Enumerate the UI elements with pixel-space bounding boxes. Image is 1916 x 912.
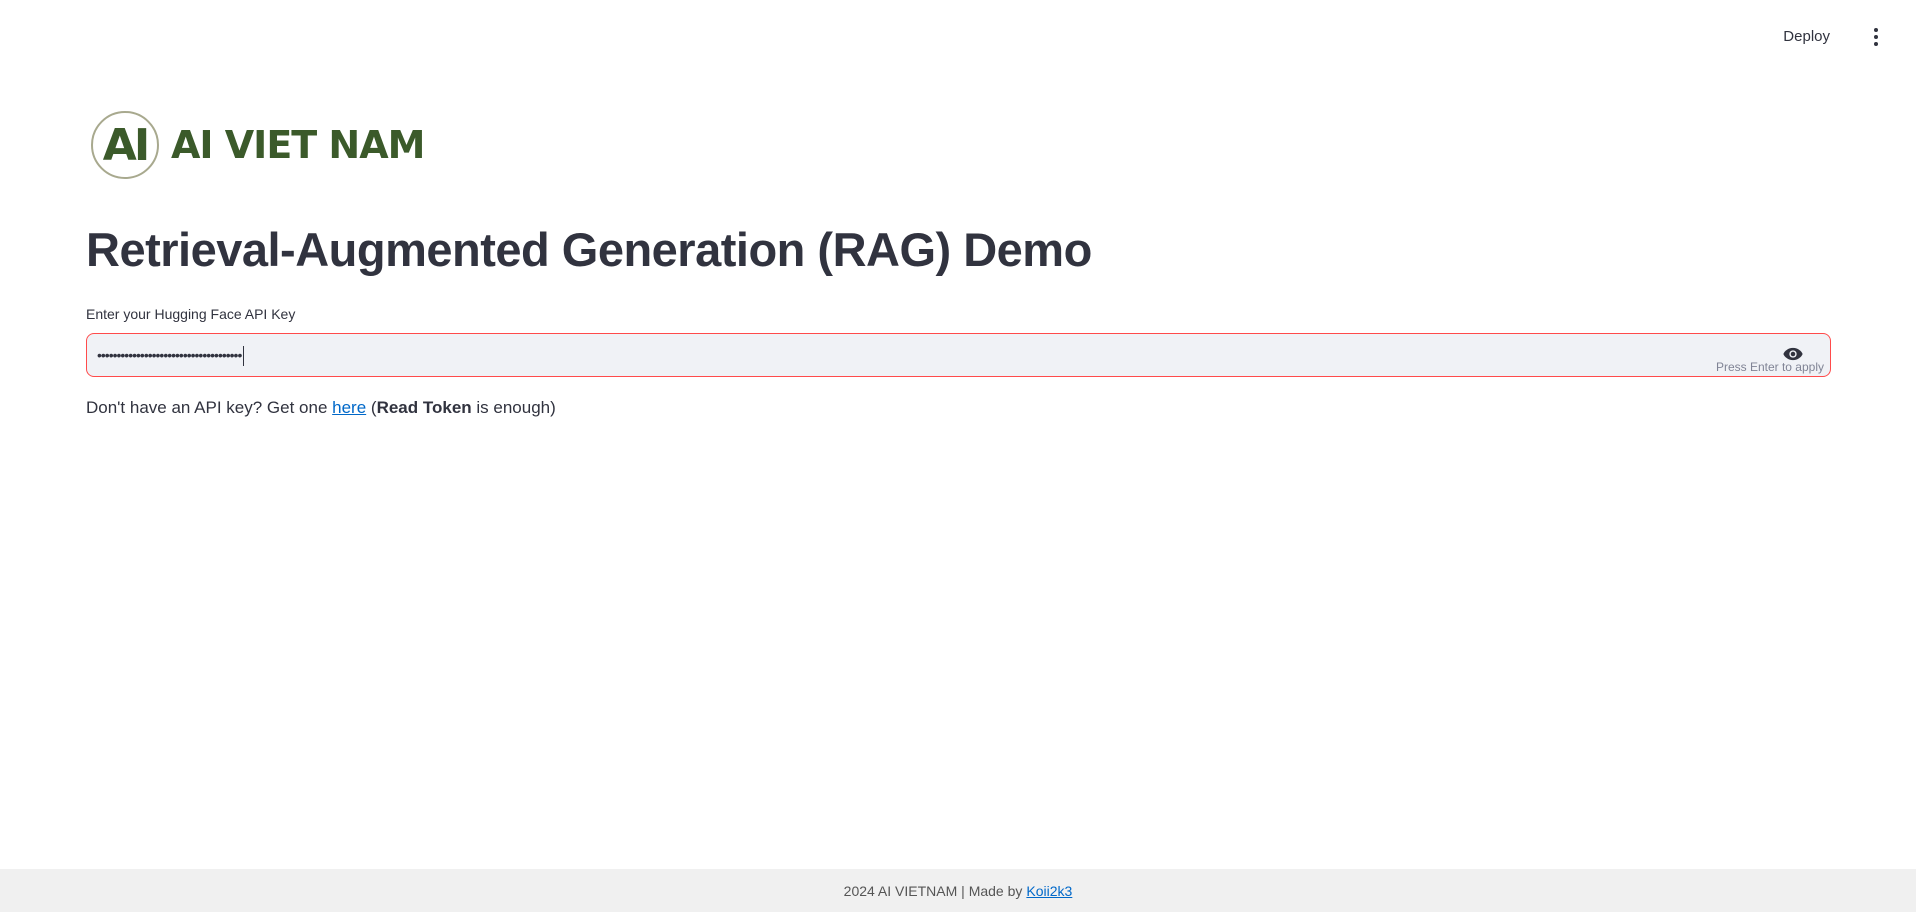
api-key-masked-value: ••••••••••••••••••••••••••••••••••••• xyxy=(97,347,242,363)
api-key-label: Enter your Hugging Face API Key xyxy=(86,306,296,322)
logo-wordmark: AI VIET NAM xyxy=(171,123,425,167)
footer-text: 2024 AI VIETNAM | Made by xyxy=(843,882,1023,899)
text-caret xyxy=(243,346,245,367)
top-header: Deploy xyxy=(0,0,1916,74)
main-content: AI AI VIET NAM Retrieval-Augmented Gener… xyxy=(86,100,1831,417)
page-title: Retrieval-Augmented Generation (RAG) Dem… xyxy=(86,223,1092,276)
api-key-field[interactable]: ••••••••••••••••••••••••••••••••••••• Pr… xyxy=(86,333,1831,377)
logo-emblem-text: AI xyxy=(102,119,150,171)
helper-paren-open: ( xyxy=(366,398,377,417)
helper-suffix: is enough) xyxy=(471,398,556,417)
api-key-input[interactable]: ••••••••••••••••••••••••••••••••••••• xyxy=(97,334,245,376)
main-menu-button[interactable] xyxy=(1868,26,1884,48)
ai-vietnam-logo: AI AI VIET NAM xyxy=(86,100,1831,190)
get-api-key-link[interactable]: here xyxy=(332,398,366,417)
page-footer: 2024 AI VIETNAM | Made by Koii2k3 xyxy=(0,869,1916,912)
logo-emblem: AI xyxy=(91,111,159,179)
vertical-dots-icon xyxy=(1874,28,1878,32)
eye-icon[interactable] xyxy=(1782,347,1804,361)
press-enter-hint: Press Enter to apply xyxy=(1715,360,1824,374)
vertical-dots-icon xyxy=(1874,35,1878,39)
deploy-button[interactable]: Deploy xyxy=(1777,24,1836,49)
helper-prefix: Don't have an API key? Get one xyxy=(86,398,333,417)
vertical-dots-icon xyxy=(1874,42,1878,46)
read-token-text: Read Token xyxy=(376,398,472,417)
author-link[interactable]: Koii2k3 xyxy=(1026,883,1072,899)
api-key-helper-text: Don't have an API key? Get one here (Rea… xyxy=(86,398,556,418)
